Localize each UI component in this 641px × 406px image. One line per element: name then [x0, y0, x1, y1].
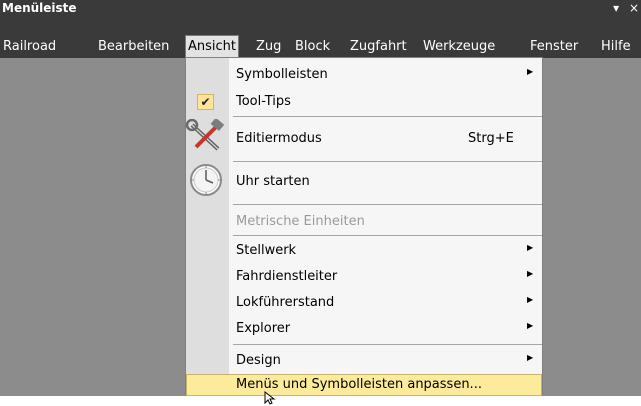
- menu-fenster[interactable]: Fenster: [530, 36, 578, 57]
- menu-item-lokfuehrerstand[interactable]: Lokführerstand ▶: [186, 295, 542, 313]
- menu-item-explorer[interactable]: Explorer ▶: [186, 321, 542, 339]
- mouse-cursor-icon: [264, 391, 276, 405]
- menu-ansicht[interactable]: Ansicht: [185, 35, 240, 57]
- menu-item-metrische-einheiten: Metrische Einheiten: [186, 214, 542, 232]
- shortcut-text: Strg+E: [468, 131, 514, 146]
- menu-item-stellwerk[interactable]: Stellwerk ▶: [186, 243, 542, 261]
- checkmark-icon: ✔: [197, 94, 214, 110]
- menu-block[interactable]: Block: [295, 36, 330, 57]
- submenu-arrow-icon: ▶: [527, 67, 534, 76]
- menu-separator: [233, 161, 542, 162]
- menu-item-menues-anpassen[interactable]: Menüs und Symbolleisten anpassen...: [186, 377, 542, 395]
- submenu-arrow-icon: ▶: [527, 353, 534, 362]
- ansicht-dropdown-menu: Symbolleisten ▶ ✔ Tool-Tips Editiermodus…: [185, 57, 543, 396]
- window-title: Menüleiste: [2, 1, 77, 15]
- submenu-arrow-icon: ▶: [527, 321, 534, 330]
- dropdown-icon[interactable]: ▾: [613, 1, 619, 15]
- menu-zug[interactable]: Zug: [256, 36, 281, 57]
- menu-item-label: Tool-Tips: [236, 94, 291, 109]
- toolbar-titlebar[interactable]: Menüleiste ▾ ×: [0, 0, 641, 16]
- menu-item-label: Stellwerk: [236, 243, 297, 258]
- menu-item-label: Fahrdienstleiter: [236, 269, 338, 284]
- menu-item-label: Symbolleisten: [236, 67, 328, 82]
- submenu-arrow-icon: ▶: [527, 243, 534, 252]
- menu-item-label: Menüs und Symbolleisten anpassen...: [236, 377, 482, 392]
- clock-icon: [190, 164, 222, 196]
- menu-item-label: Lokführerstand: [236, 295, 335, 310]
- tools-icon: [186, 119, 225, 151]
- menu-item-label: Uhr starten: [236, 174, 310, 189]
- submenu-arrow-icon: ▶: [527, 295, 534, 304]
- menu-item-label: Editiermodus: [236, 131, 322, 146]
- menu-item-label: Design: [236, 353, 281, 368]
- app-window: Menüleiste ▾ × Railroad Bearbeiten Ansic…: [0, 0, 641, 396]
- menu-item-editiermodus[interactable]: Editiermodus Strg+E: [186, 119, 542, 151]
- menu-separator: [233, 116, 542, 117]
- title-controls: ▾ ×: [607, 0, 639, 16]
- menu-item-label: Metrische Einheiten: [236, 214, 365, 229]
- menu-bar: Railroad Bearbeiten Ansicht Zug Block Zu…: [0, 16, 641, 58]
- menu-zugfahrt[interactable]: Zugfahrt: [350, 36, 407, 57]
- close-icon[interactable]: ×: [629, 1, 639, 15]
- menu-separator: [233, 235, 542, 236]
- menu-item-fahrdienstleiter[interactable]: Fahrdienstleiter ▶: [186, 269, 542, 287]
- menu-separator: [233, 344, 542, 345]
- menu-item-design[interactable]: Design ▶: [186, 353, 542, 371]
- menu-werkzeuge[interactable]: Werkzeuge: [423, 36, 495, 57]
- menu-railroad[interactable]: Railroad: [3, 36, 56, 57]
- menu-separator: [233, 204, 542, 205]
- menu-item-symbolleisten[interactable]: Symbolleisten ▶: [186, 67, 542, 85]
- menu-item-tool-tips[interactable]: ✔ Tool-Tips: [186, 94, 542, 112]
- menu-item-uhr-starten[interactable]: Uhr starten: [186, 164, 542, 196]
- submenu-arrow-icon: ▶: [527, 269, 534, 278]
- menu-hilfe[interactable]: Hilfe: [601, 36, 631, 57]
- menu-bearbeiten[interactable]: Bearbeiten: [98, 36, 169, 57]
- menu-item-label: Explorer: [236, 321, 291, 336]
